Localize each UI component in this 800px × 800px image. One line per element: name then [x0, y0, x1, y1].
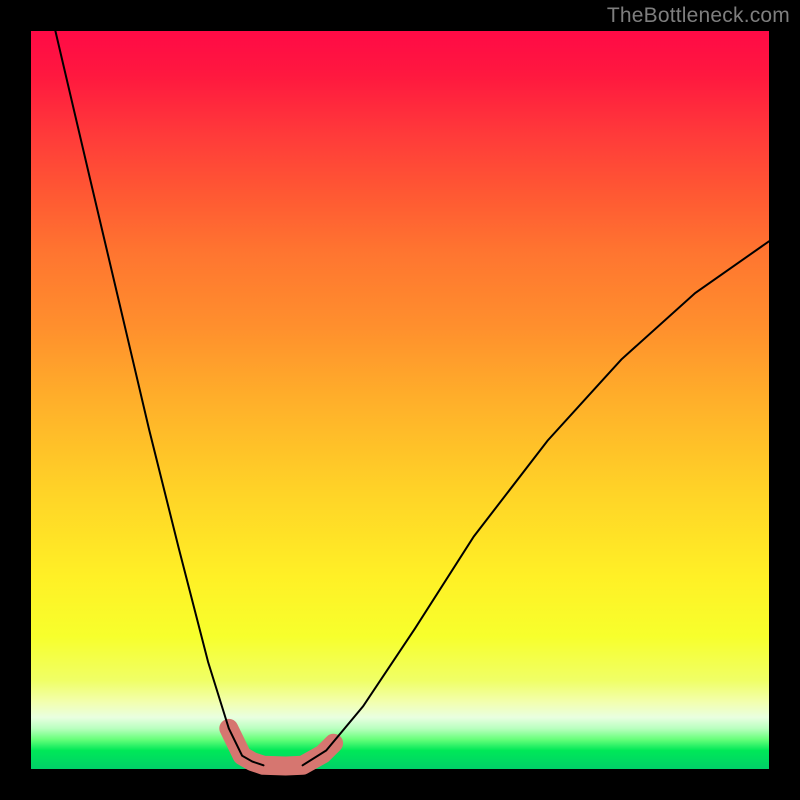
curve-left [55, 31, 263, 765]
chart-svg [31, 31, 769, 769]
watermark-text: TheBottleneck.com [607, 4, 790, 28]
curve-right [303, 241, 769, 765]
highlight-segment [229, 728, 334, 766]
